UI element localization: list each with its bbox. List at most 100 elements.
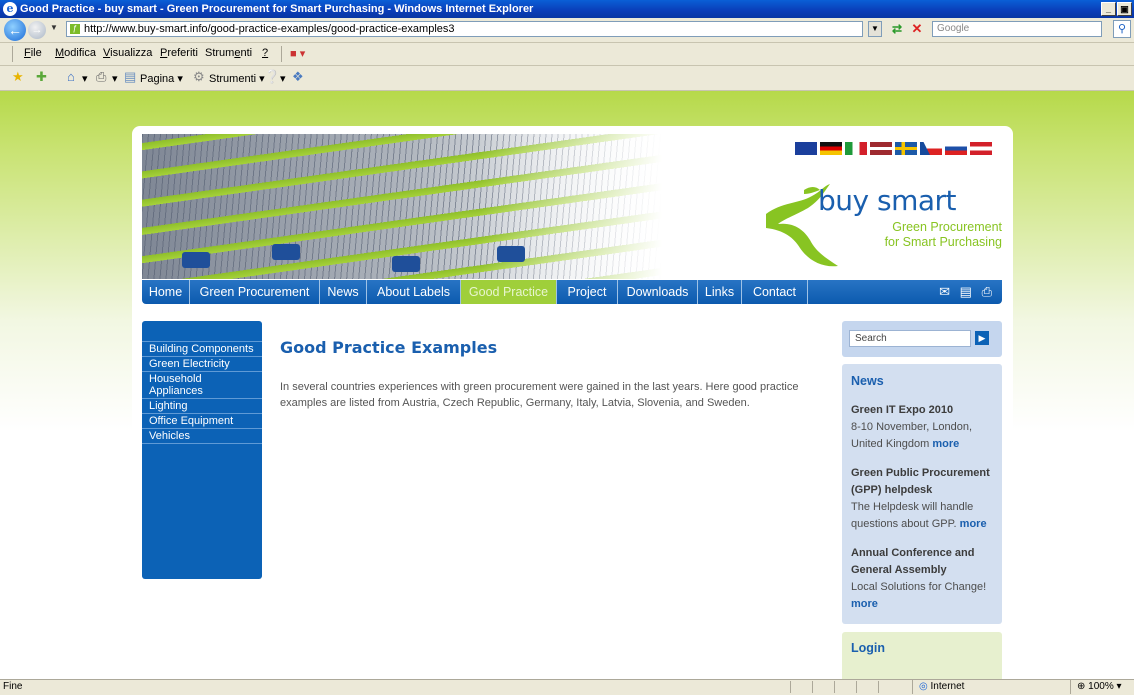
status-pane (790, 681, 811, 693)
url-input[interactable]: ƒ http://www.buy-smart.info/good-practic… (66, 21, 863, 37)
nav-green-procurement[interactable]: Green Procurement (190, 280, 320, 304)
browser-search-input[interactable]: Google (932, 21, 1102, 37)
news-item-title[interactable]: Green IT Expo 2010 (851, 402, 993, 419)
minimize-button[interactable]: _ (1101, 2, 1116, 16)
menu-separator (281, 46, 282, 62)
cart-detail (272, 244, 300, 260)
austria-flag-icon[interactable] (970, 142, 992, 155)
status-text: Fine (3, 681, 23, 692)
italy-flag-icon[interactable] (845, 142, 867, 155)
search-icon[interactable]: ⚲ (1113, 20, 1131, 38)
sidebar-item-building-components[interactable]: Building Components (142, 342, 262, 357)
print-dropdown-icon[interactable]: ▾ (112, 72, 118, 85)
main-content: Good Practice Examples In several countr… (280, 338, 810, 411)
home-dropdown-icon[interactable]: ▾ (82, 72, 88, 85)
menu-strumenti[interactable]: Strumenti (205, 47, 252, 59)
news-more-link[interactable]: more (932, 438, 959, 450)
news-heading: News (851, 374, 884, 388)
nav-project[interactable]: Project (557, 280, 618, 304)
sweden-flag-icon[interactable] (895, 142, 917, 155)
sidebar-item-household-appliances[interactable]: Household Appliances (142, 372, 262, 399)
email-icon[interactable]: ✉ (939, 284, 950, 299)
help-dropdown-icon[interactable]: ▾ (280, 72, 286, 85)
research-icon[interactable]: ❖ (292, 70, 304, 84)
news-item-title[interactable]: Annual Conference and General Assembly (851, 545, 993, 579)
address-toolbar: ← → ▼ ƒ http://www.buy-smart.info/good-p… (0, 18, 1134, 43)
nav-links[interactable]: Links (698, 280, 742, 304)
news-item-body: The Helpdesk will handle questions about… (851, 501, 974, 530)
news-more-link[interactable]: more (960, 518, 987, 530)
sidebar-item-office-equipment[interactable]: Office Equipment (142, 414, 262, 429)
news-panel: News Green IT Expo 2010 8-10 November, L… (842, 364, 1002, 624)
menu-help[interactable]: ? (262, 47, 268, 59)
refresh-icon[interactable]: ⇄ (889, 21, 905, 37)
sidebar-item-lighting[interactable]: Lighting (142, 399, 262, 414)
nav-downloads[interactable]: Downloads (618, 280, 698, 304)
news-item: Green IT Expo 2010 8-10 November, London… (851, 402, 993, 453)
menu-preferiti[interactable]: Preferiti (160, 47, 198, 59)
logo-subtitle-2: for Smart Purchasing (884, 235, 1002, 249)
tools-menu-label: Strumenti (209, 73, 257, 85)
help-icon[interactable]: ❔ (264, 70, 280, 84)
czech-flag-icon[interactable] (920, 142, 942, 155)
pdf-icon[interactable]: ▤ (960, 284, 972, 299)
print-icon[interactable]: ⎙ (96, 70, 106, 84)
page-tools: ✉ ▤ ⎙ (939, 284, 992, 300)
nav-contact[interactable]: Contact (742, 280, 808, 304)
site-logo[interactable]: buy smart Green Procurement for Smart Pu… (764, 182, 1002, 279)
news-item-body: Local Solutions for Change! (851, 581, 987, 593)
site-search-panel: Search ▶ (842, 321, 1002, 357)
site-favicon-icon: ƒ (70, 24, 80, 34)
search-submit-button[interactable]: ▶ (975, 331, 989, 345)
favorites-star-icon[interactable]: ★ (12, 70, 24, 84)
restore-button[interactable]: ▣ (1117, 2, 1132, 16)
login-heading: Login (851, 641, 886, 655)
eu-flag-icon[interactable] (795, 142, 817, 155)
window-title: Good Practice - buy smart - Green Procur… (20, 3, 534, 15)
stop-icon[interactable]: ✕ (909, 21, 925, 37)
tools-menu[interactable]: Strumenti ▾ (209, 72, 265, 85)
menu-file[interactable]: File (24, 47, 42, 59)
logo-subtitle-1: Green Procurement (892, 220, 1002, 234)
germany-flag-icon[interactable] (820, 142, 842, 155)
news-item: Annual Conference and General Assembly L… (851, 545, 993, 613)
cart-detail (182, 252, 210, 268)
latvia-flag-icon[interactable] (870, 142, 892, 155)
site-search-input[interactable]: Search (849, 330, 971, 347)
home-icon[interactable]: ⌂ (67, 70, 75, 84)
add-favorites-icon[interactable]: ✚ (36, 70, 47, 84)
menu-help-access-key: ? (262, 47, 269, 59)
cart-detail (392, 256, 420, 272)
language-flags (792, 142, 992, 155)
menu-bar: File Modifica Visualizza Preferiti Strum… (0, 43, 1134, 66)
zoom-icon: ⊕ (1077, 681, 1086, 692)
window-titlebar: e Good Practice - buy smart - Green Proc… (0, 0, 1134, 18)
news-more-link[interactable]: more (851, 598, 878, 610)
nav-news[interactable]: News (320, 280, 367, 304)
slovenia-flag-icon[interactable] (945, 142, 967, 155)
forward-button[interactable]: → (28, 21, 46, 39)
security-zone[interactable]: ◎ Internet (912, 680, 1069, 694)
url-dropdown-button[interactable]: ▼ (868, 21, 882, 37)
site-page: buy smart Green Procurement for Smart Pu… (132, 126, 1013, 679)
page-menu[interactable]: Pagina ▾ (140, 72, 183, 85)
zoom-control[interactable]: ⊕ 100% ▾ (1070, 680, 1134, 694)
nav-about-labels[interactable]: About Labels (367, 280, 461, 304)
back-button[interactable]: ← (4, 19, 26, 41)
print-page-icon[interactable]: ⎙ (982, 284, 992, 299)
toolbar-addon-icon[interactable]: ■ ▾ (290, 47, 305, 60)
internet-explorer-icon: e (3, 2, 17, 16)
nav-good-practice[interactable]: Good Practice (461, 280, 557, 304)
intro-paragraph: In several countries experiences with gr… (280, 381, 799, 409)
url-text[interactable]: http://www.buy-smart.info/good-practice-… (84, 23, 455, 35)
menu-modifica[interactable]: Modifica (55, 47, 96, 59)
main-navigation: Home Green Procurement News About Labels… (142, 280, 1002, 304)
menu-modifica-access-key: M (55, 47, 65, 59)
history-dropdown-icon[interactable]: ▼ (50, 23, 58, 32)
menu-preferiti-label: referiti (167, 47, 198, 59)
sidebar-item-green-electricity[interactable]: Green Electricity (142, 357, 262, 372)
menu-visualizza[interactable]: Visualizza (103, 47, 152, 59)
sidebar-item-vehicles[interactable]: Vehicles (142, 429, 262, 444)
nav-home[interactable]: Home (142, 280, 190, 304)
news-item-title[interactable]: Green Public Procurement (GPP) helpdesk (851, 465, 993, 499)
